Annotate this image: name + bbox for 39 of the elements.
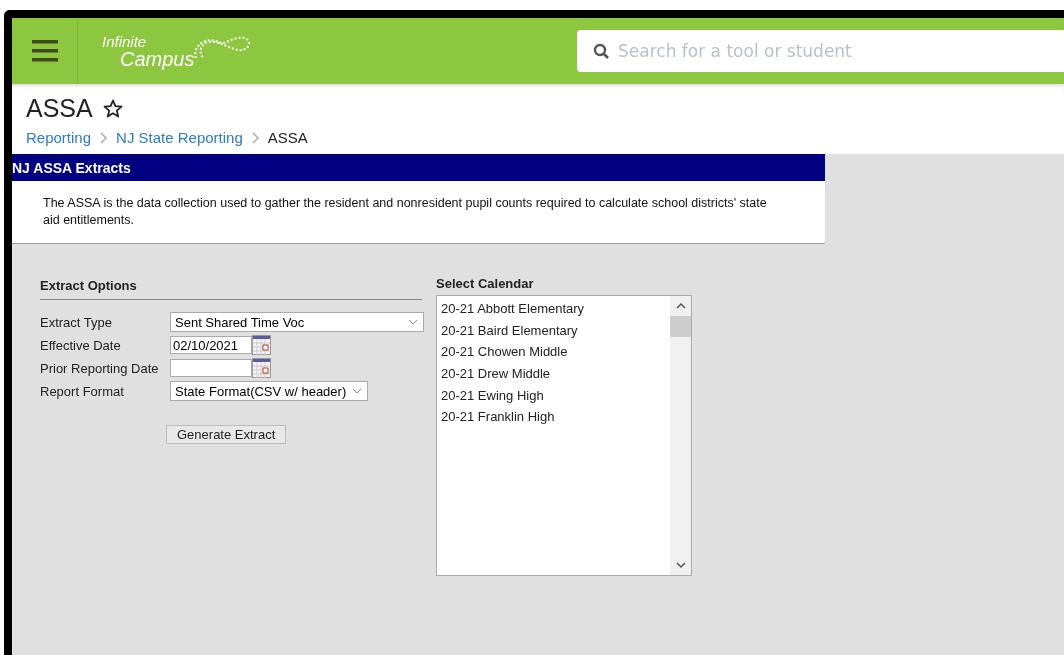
scroll-thumb[interactable]	[670, 316, 691, 337]
calendar-icon[interactable]	[252, 335, 271, 355]
field-label: Report Format	[40, 383, 125, 399]
field-label: Effective Date	[40, 337, 122, 353]
scrollbar[interactable]	[670, 296, 691, 575]
field-label: Prior Reporting Date	[40, 360, 160, 376]
breadcrumb-current: ASSA	[267, 129, 308, 146]
breadcrumb-link[interactable]: Reporting	[26, 129, 92, 146]
logo-text: Campus	[120, 48, 195, 69]
search-field[interactable]: Search for a tool or student	[577, 30, 1064, 72]
dropdown[interactable]: State Format(CSV w/ header)	[170, 381, 369, 401]
list-item[interactable]: 20-21 Abbott Elementary	[437, 299, 670, 317]
date-field[interactable]	[170, 359, 252, 377]
chevron-down-icon	[408, 318, 418, 326]
generate-button[interactable]: Generate Extract	[166, 425, 287, 444]
description-text: The ASSA is the data collection used to gather the resident and nonresident pupil counts required to calculate school districts' state aid entitlements.	[43, 195, 768, 229]
list-item[interactable]: 20-21 Drew Middle	[437, 364, 670, 383]
list-item[interactable]: 20-21 Baird Elementary	[437, 320, 670, 339]
list-item[interactable]: 20-21 Chowen Middle	[437, 342, 670, 361]
star-icon[interactable]	[102, 98, 123, 119]
menu-icon[interactable]	[31, 40, 58, 62]
chevron-down-icon	[352, 387, 363, 395]
logo-text: Infinite	[102, 33, 148, 49]
section-title: Extract Options	[40, 278, 422, 300]
date-field[interactable]: 02/10/2021	[170, 336, 252, 354]
list-item[interactable]: 20-21 Ewing High	[437, 385, 670, 404]
chevron-icon	[250, 131, 260, 144]
panel-title: NJ ASSA Extracts	[12, 159, 131, 176]
section-title: Select Calendar	[436, 276, 535, 291]
calendar-icon[interactable]	[252, 358, 271, 378]
breadcrumb-link[interactable]: NJ State Reporting	[116, 129, 243, 146]
chevron-icon	[99, 131, 109, 144]
scroll-up-icon	[675, 302, 686, 310]
list-item[interactable]: 20-21 Franklin High	[437, 407, 670, 426]
scroll-down-icon	[675, 561, 686, 569]
calendar-list[interactable]: 20-21 Abbott Elementary 20-21 Baird Elementary 20-21 Chowen Middle 20-21 Drew Middle 20-21 Ewing High 20-21 Franklin High	[436, 295, 692, 576]
page-title: ASSA	[26, 94, 93, 123]
dropdown[interactable]: Sent Shared Time Voc	[170, 312, 424, 332]
field-label: Extract Type	[40, 314, 113, 330]
